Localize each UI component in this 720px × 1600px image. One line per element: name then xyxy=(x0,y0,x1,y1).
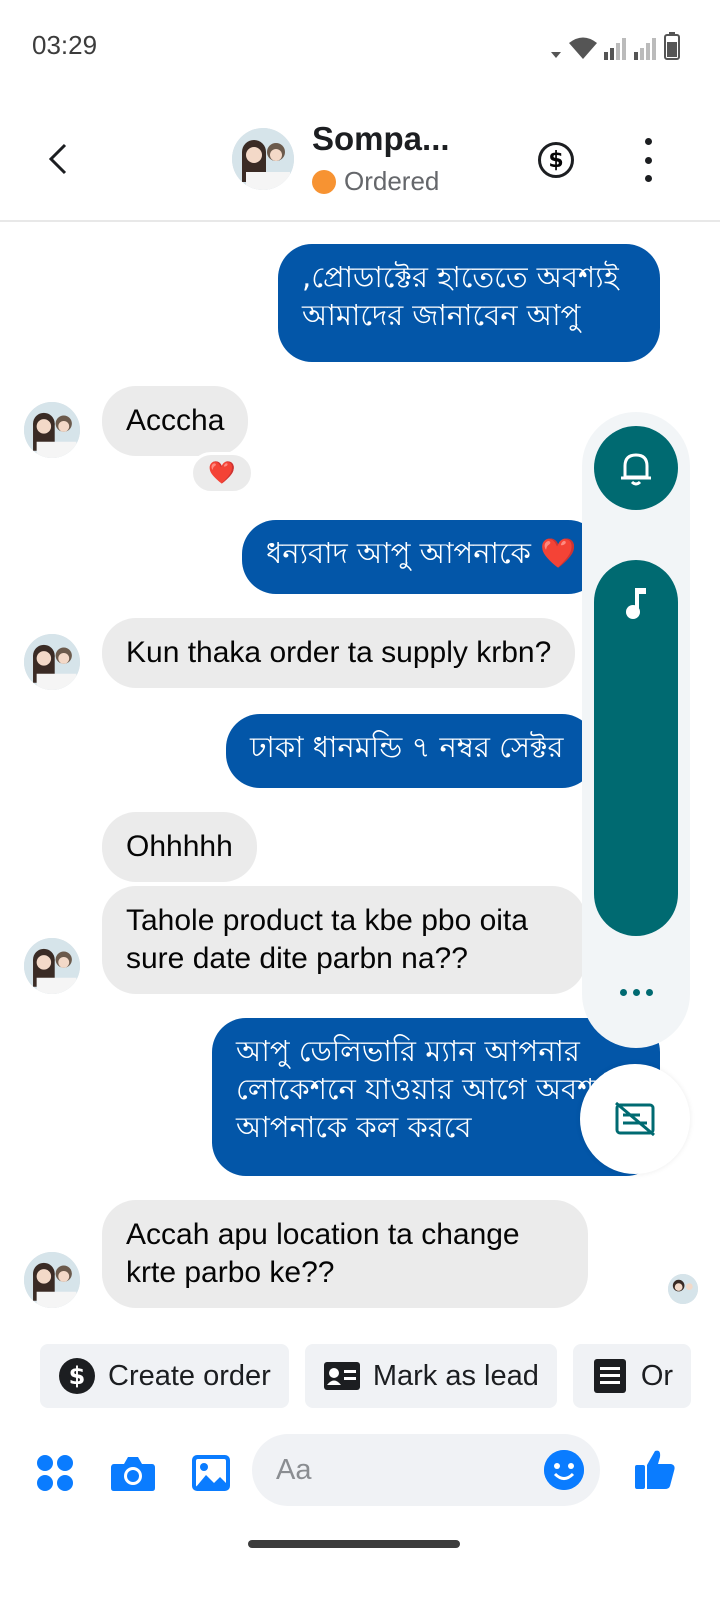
avatar-illustration-icon xyxy=(24,634,80,690)
gallery-icon xyxy=(192,1455,230,1491)
emoji-button[interactable] xyxy=(544,1450,584,1490)
message-outgoing[interactable]: ,প্রোডাক্টের হাতেতে অবশ্যই আমাদের জানাবে… xyxy=(278,244,660,362)
avatar-illustration-icon xyxy=(668,1274,698,1304)
more-dot-icon xyxy=(644,138,652,145)
status-dot xyxy=(312,169,336,194)
create-order-label: Create order xyxy=(108,1359,271,1392)
notification-button[interactable] xyxy=(594,426,678,510)
apps-grid-icon xyxy=(37,1455,73,1491)
data-arrows-icon xyxy=(551,52,561,58)
message-incoming[interactable]: Tahole product ta kbe pbo oita sure date… xyxy=(102,886,586,994)
more-dot-icon xyxy=(619,988,627,996)
sender-avatar[interactable] xyxy=(24,1252,80,1308)
more-options-button[interactable] xyxy=(640,138,656,182)
list-document-icon xyxy=(591,1357,629,1395)
camera-icon xyxy=(111,1457,155,1491)
sender-avatar[interactable] xyxy=(24,938,80,994)
mark-as-lead-button[interactable]: Mark as lead xyxy=(304,1344,557,1408)
camera-button[interactable] xyxy=(110,1450,156,1496)
contact-avatar[interactable] xyxy=(232,128,294,190)
dollar-circle-icon: $ xyxy=(58,1357,96,1395)
avatar-illustration-icon xyxy=(24,402,80,458)
orders-label: Or xyxy=(640,1359,674,1392)
caption-off-icon xyxy=(615,1101,655,1137)
seen-receipt-avatar xyxy=(668,1274,698,1304)
payment-button[interactable]: $ xyxy=(538,142,574,178)
emoji-icon xyxy=(544,1450,584,1490)
signal-icon xyxy=(604,38,626,60)
bell-icon xyxy=(621,453,651,486)
quick-actions-bar: $ Create order Mark as lead Or xyxy=(40,1344,720,1408)
avatar-illustration-icon xyxy=(24,1252,80,1308)
more-tools-button[interactable] xyxy=(594,972,678,1012)
caption-toggle-button[interactable] xyxy=(580,1064,690,1174)
gallery-button[interactable] xyxy=(188,1450,234,1496)
status-icons xyxy=(550,32,680,60)
home-indicator[interactable] xyxy=(248,1540,460,1548)
message-incoming[interactable]: Kun thaka order ta supply krbn? xyxy=(102,618,576,688)
chat-header: Sompa... Ordered $ xyxy=(0,96,720,222)
chevron-left-icon xyxy=(48,143,67,175)
message-composer xyxy=(0,1432,720,1512)
thumbs-up-icon xyxy=(635,1450,675,1489)
status-bar: 03:29 xyxy=(0,0,720,96)
battery-icon xyxy=(664,32,680,60)
status-time: 03:29 xyxy=(32,30,98,60)
wifi-icon xyxy=(569,37,597,59)
heart-reaction-icon: ❤️ xyxy=(208,460,236,486)
create-order-button[interactable]: $ Create order xyxy=(40,1344,289,1408)
sender-avatar[interactable] xyxy=(24,402,80,458)
contact-name[interactable]: Sompa... xyxy=(312,120,450,158)
more-dot-icon xyxy=(644,175,652,182)
message-outgoing[interactable]: ধন্যবাদ আপু আপনাকে ❤️ xyxy=(242,520,602,594)
sender-avatar[interactable] xyxy=(24,634,80,690)
reaction-badge[interactable]: ❤️ xyxy=(190,452,254,494)
message-incoming[interactable]: Accah apu location ta change krte parbo … xyxy=(102,1200,588,1308)
status-label: Ordered xyxy=(344,166,440,196)
orders-button[interactable]: Or xyxy=(572,1344,692,1408)
avatar-illustration-icon xyxy=(24,938,80,994)
contact-card-icon xyxy=(323,1357,361,1395)
like-button[interactable] xyxy=(632,1446,678,1492)
order-status: Ordered xyxy=(312,166,439,197)
message-incoming[interactable]: Ohhhhh xyxy=(102,812,257,882)
mark-as-lead-label: Mark as lead xyxy=(372,1359,539,1392)
music-note-icon xyxy=(626,588,646,619)
signal-2-icon xyxy=(634,38,656,60)
apps-button[interactable] xyxy=(32,1450,78,1496)
more-dot-icon xyxy=(632,988,640,996)
back-button[interactable] xyxy=(38,134,78,184)
message-outgoing[interactable]: ঢাকা ধানমন্ডি ৭ নম্বর সেক্টর xyxy=(226,714,596,788)
more-dot-icon xyxy=(644,156,652,164)
dollar-icon: $ xyxy=(548,147,564,173)
more-dot-icon xyxy=(645,988,653,996)
svg-text:$: $ xyxy=(69,1362,86,1390)
floating-tools-panel xyxy=(582,412,690,1048)
music-button[interactable] xyxy=(594,560,678,936)
message-incoming[interactable]: Acccha xyxy=(102,386,249,456)
avatar-illustration-icon xyxy=(232,128,294,190)
